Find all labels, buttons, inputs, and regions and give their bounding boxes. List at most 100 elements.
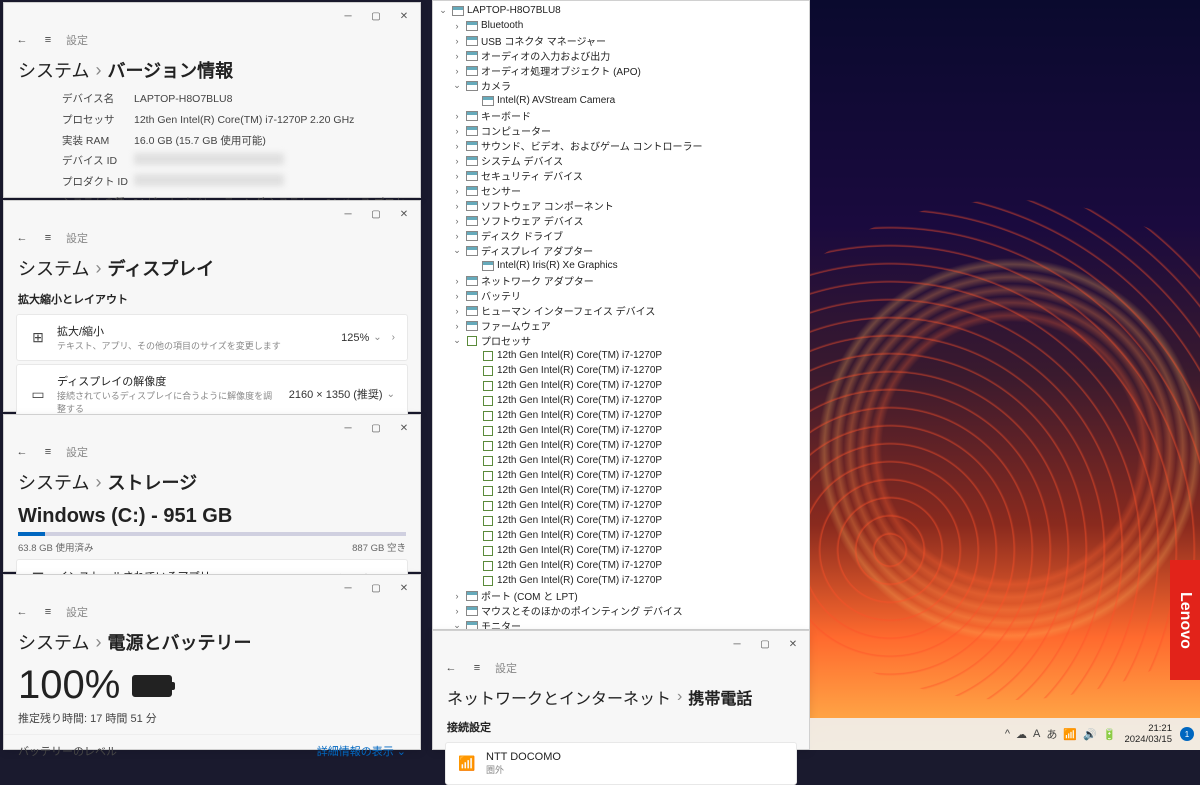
expand-icon[interactable]: ›: [451, 111, 463, 121]
taskbar[interactable]: ^ ☁ A あ 📶 🔊 🔋 21:21 2024/03/15 1: [810, 718, 1200, 750]
back-icon[interactable]: ←: [443, 662, 459, 674]
close-button[interactable]: ✕: [390, 203, 418, 225]
resolution-dropdown[interactable]: 2160 × 1350 (推奨)⌄: [289, 386, 395, 402]
tree-node-cpu[interactable]: 12th Gen Intel(R) Core(TM) i7-1270P: [435, 513, 807, 528]
taskbar-clock[interactable]: 21:21 2024/03/15: [1124, 723, 1172, 746]
expand-icon[interactable]: ›: [451, 21, 463, 31]
expand-icon[interactable]: ›: [451, 291, 463, 301]
onedrive-icon[interactable]: ☁: [1016, 728, 1027, 741]
maximize-button[interactable]: ▢: [362, 577, 390, 599]
maximize-button[interactable]: ▢: [362, 417, 390, 439]
maximize-button[interactable]: ▢: [362, 203, 390, 225]
tree-node-cpu[interactable]: 12th Gen Intel(R) Core(TM) i7-1270P: [435, 348, 807, 363]
tree-node[interactable]: ⌄ディスプレイ アダプター: [435, 243, 807, 258]
expand-icon[interactable]: ›: [451, 276, 463, 286]
tree-node[interactable]: ⌄モニター: [435, 618, 807, 630]
tree-node[interactable]: ›ファームウェア: [435, 318, 807, 333]
tree-node[interactable]: ⌄プロセッサ: [435, 333, 807, 348]
expand-icon[interactable]: ›: [451, 231, 463, 241]
tree-node[interactable]: ›キーボード: [435, 108, 807, 123]
tree-node-cpu[interactable]: 12th Gen Intel(R) Core(TM) i7-1270P: [435, 498, 807, 513]
menu-icon[interactable]: ≡: [40, 446, 56, 458]
crumb-system[interactable]: システム: [18, 469, 89, 495]
tree-node-cpu[interactable]: 12th Gen Intel(R) Core(TM) i7-1270P: [435, 558, 807, 573]
expand-icon[interactable]: ⌄: [451, 245, 463, 256]
tree-node[interactable]: ›ディスク ドライブ: [435, 228, 807, 243]
back-icon[interactable]: ←: [14, 446, 30, 458]
carrier-card[interactable]: 📶 NTT DOCOMO 圏外: [445, 742, 797, 785]
tree-node-cpu[interactable]: 12th Gen Intel(R) Core(TM) i7-1270P: [435, 453, 807, 468]
tree-node-cpu[interactable]: 12th Gen Intel(R) Core(TM) i7-1270P: [435, 483, 807, 498]
expand-icon[interactable]: ⌄: [451, 80, 463, 91]
maximize-button[interactable]: ▢: [362, 5, 390, 27]
volume-icon[interactable]: 🔊: [1083, 728, 1097, 741]
minimize-button[interactable]: ─: [334, 203, 362, 225]
tree-node[interactable]: ›サウンド、ビデオ、およびゲーム コントローラー: [435, 138, 807, 153]
tree-node[interactable]: ⌄カメラ: [435, 78, 807, 93]
tree-node[interactable]: Intel(R) AVStream Camera: [435, 93, 807, 108]
tree-node-cpu[interactable]: 12th Gen Intel(R) Core(TM) i7-1270P: [435, 528, 807, 543]
expand-icon[interactable]: ›: [451, 51, 463, 61]
minimize-button[interactable]: ─: [334, 577, 362, 599]
tree-node[interactable]: ›ソフトウェア デバイス: [435, 213, 807, 228]
close-button[interactable]: ✕: [390, 577, 418, 599]
tree-node[interactable]: ›Bluetooth: [435, 18, 807, 33]
tree-node[interactable]: ›コンピューター: [435, 123, 807, 138]
tree-node[interactable]: ›ポート (COM と LPT): [435, 588, 807, 603]
notification-badge[interactable]: 1: [1180, 727, 1194, 741]
battery-detail-link[interactable]: 詳細情報の表示 ⌄: [317, 743, 406, 759]
tree-node[interactable]: ›システム デバイス: [435, 153, 807, 168]
expand-icon[interactable]: ›: [451, 141, 463, 151]
expand-icon[interactable]: ›: [451, 126, 463, 136]
tree-node-cpu[interactable]: 12th Gen Intel(R) Core(TM) i7-1270P: [435, 408, 807, 423]
expand-icon[interactable]: ›: [451, 201, 463, 211]
ime-icon[interactable]: A: [1033, 728, 1040, 740]
tree-node-cpu[interactable]: 12th Gen Intel(R) Core(TM) i7-1270P: [435, 363, 807, 378]
minimize-button[interactable]: ─: [334, 5, 362, 27]
tree-node[interactable]: ›オーディオの入力および出力: [435, 48, 807, 63]
minimize-button[interactable]: ─: [334, 417, 362, 439]
tree-root[interactable]: ⌄LAPTOP-H8O7BLU8: [435, 3, 807, 18]
crumb-system[interactable]: システム: [18, 255, 89, 281]
wifi-icon[interactable]: 📶: [1063, 728, 1077, 741]
tree-node[interactable]: ›バッテリ: [435, 288, 807, 303]
system-tray[interactable]: ^ ☁ A あ 📶 🔊 🔋: [1005, 726, 1117, 742]
expand-icon[interactable]: ›: [451, 606, 463, 616]
expand-icon[interactable]: ⌄: [451, 335, 463, 346]
close-button[interactable]: ✕: [779, 633, 807, 655]
scale-card[interactable]: ⊞ 拡大/縮小 テキスト、アプリ、その他の項目のサイズを変更します 125%⌄ …: [16, 314, 408, 361]
back-icon[interactable]: ←: [14, 34, 30, 46]
expand-icon[interactable]: ›: [451, 321, 463, 331]
expand-icon[interactable]: ›: [451, 156, 463, 166]
expand-icon[interactable]: ›: [451, 186, 463, 196]
maximize-button[interactable]: ▢: [751, 633, 779, 655]
expand-icon[interactable]: ›: [451, 36, 463, 46]
menu-icon[interactable]: ≡: [469, 662, 485, 674]
tree-node-cpu[interactable]: 12th Gen Intel(R) Core(TM) i7-1270P: [435, 543, 807, 558]
tree-node[interactable]: ›USB コネクタ マネージャー: [435, 33, 807, 48]
battery-tray-icon[interactable]: 🔋: [1103, 728, 1117, 741]
tree-node[interactable]: ›オーディオ処理オブジェクト (APO): [435, 63, 807, 78]
scale-dropdown[interactable]: 125%⌄: [341, 332, 382, 344]
back-icon[interactable]: ←: [14, 232, 30, 244]
tree-node-cpu[interactable]: 12th Gen Intel(R) Core(TM) i7-1270P: [435, 438, 807, 453]
crumb-system[interactable]: システム: [18, 57, 89, 83]
tray-chevron-icon[interactable]: ^: [1005, 728, 1010, 740]
tree-node[interactable]: ›ネットワーク アダプター: [435, 273, 807, 288]
expand-icon[interactable]: ›: [451, 171, 463, 181]
menu-icon[interactable]: ≡: [40, 606, 56, 618]
menu-icon[interactable]: ≡: [40, 232, 56, 244]
menu-icon[interactable]: ≡: [40, 34, 56, 46]
expand-icon[interactable]: ›: [451, 216, 463, 226]
tree-node-cpu[interactable]: 12th Gen Intel(R) Core(TM) i7-1270P: [435, 393, 807, 408]
expand-icon[interactable]: ›: [451, 66, 463, 76]
tree-node[interactable]: Intel(R) Iris(R) Xe Graphics: [435, 258, 807, 273]
expand-icon[interactable]: ›: [451, 306, 463, 316]
ime-mode-icon[interactable]: あ: [1046, 726, 1057, 742]
tree-node-cpu[interactable]: 12th Gen Intel(R) Core(TM) i7-1270P: [435, 378, 807, 393]
expand-icon[interactable]: ›: [451, 591, 463, 601]
tree-node[interactable]: ›ソフトウェア コンポーネント: [435, 198, 807, 213]
tree-node[interactable]: ›センサー: [435, 183, 807, 198]
crumb-system[interactable]: システム: [18, 629, 89, 655]
tree-node[interactable]: ›マウスとそのほかのポインティング デバイス: [435, 603, 807, 618]
